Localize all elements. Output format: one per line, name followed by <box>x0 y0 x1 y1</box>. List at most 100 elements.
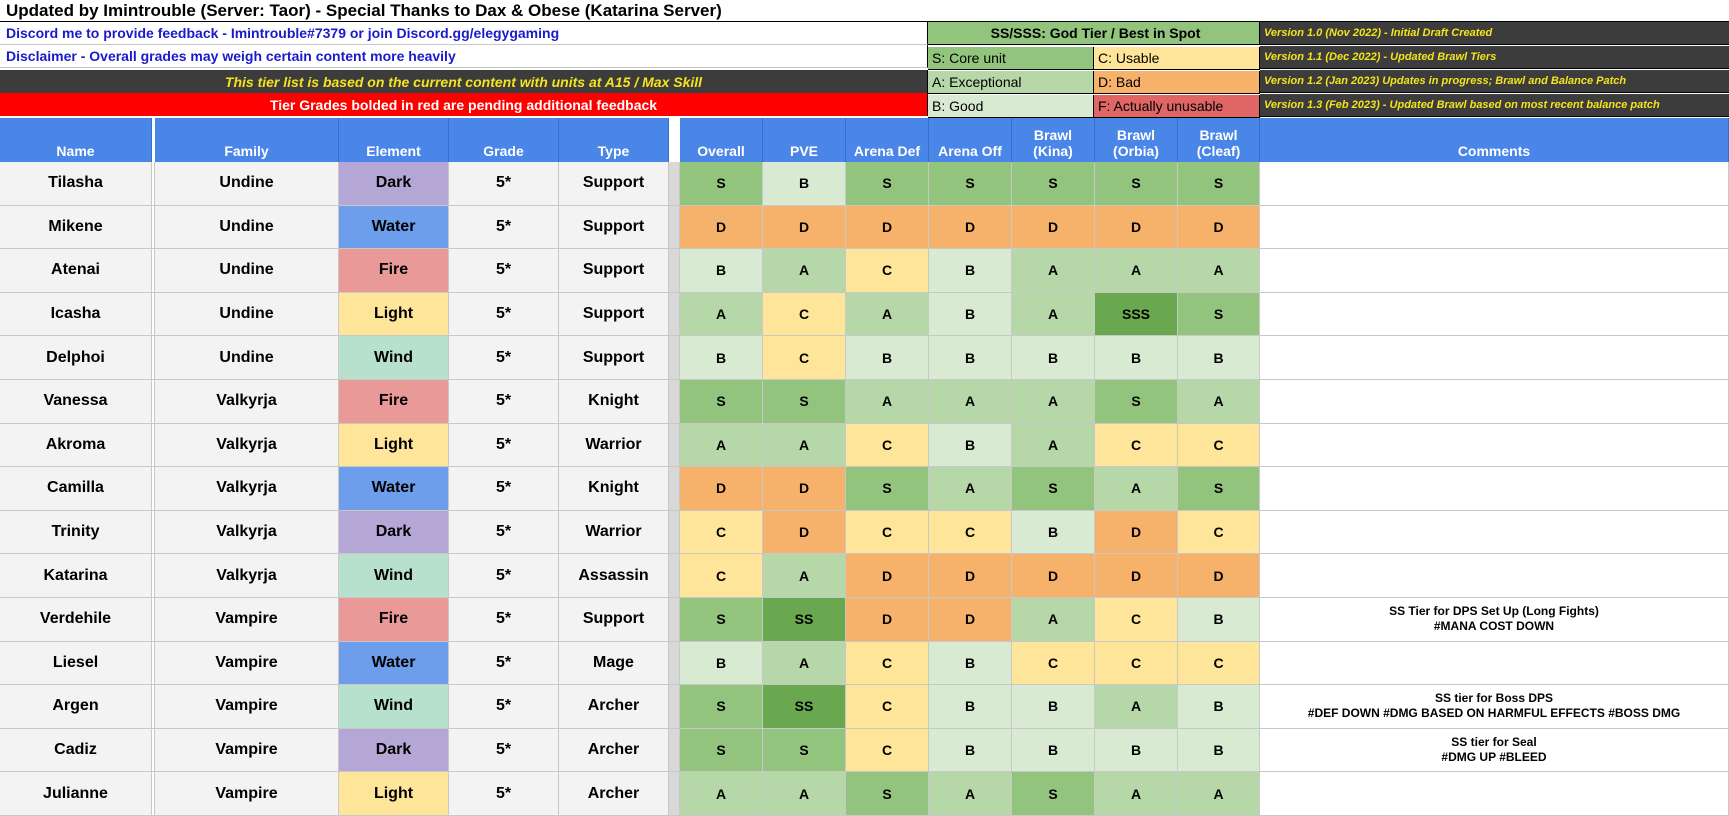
col-header-comments[interactable]: Comments <box>1260 118 1729 162</box>
tier-arena-off[interactable]: B <box>929 336 1012 380</box>
unit-comment[interactable] <box>1260 772 1729 816</box>
tier-arena-def[interactable]: S <box>846 467 929 511</box>
tier-brawl-cleaf[interactable]: S <box>1178 292 1260 337</box>
tier-brawl-cleaf[interactable]: B <box>1178 598 1260 642</box>
tier-brawl-orbia[interactable]: S <box>1095 380 1178 424</box>
unit-type[interactable]: Support <box>559 336 669 380</box>
unit-comment[interactable] <box>1260 510 1729 555</box>
tier-brawl-kina[interactable]: B <box>1012 336 1095 380</box>
unit-name[interactable]: Atenai <box>0 249 152 293</box>
tier-brawl-orbia[interactable]: A <box>1095 772 1178 816</box>
unit-element[interactable]: Fire <box>339 249 449 293</box>
unit-grade[interactable]: 5* <box>449 249 559 293</box>
tier-brawl-kina[interactable]: C <box>1012 641 1095 686</box>
unit-element[interactable]: Dark <box>339 162 449 206</box>
unit-element[interactable]: Fire <box>339 380 449 424</box>
col-header-pve[interactable]: PVE <box>763 118 846 162</box>
tier-pve[interactable]: A <box>763 772 846 816</box>
tier-pve[interactable]: D <box>763 467 846 511</box>
tier-overall[interactable]: A <box>680 423 763 468</box>
col-header-type[interactable]: Type <box>559 118 669 162</box>
tier-brawl-cleaf[interactable]: A <box>1178 772 1260 816</box>
tier-brawl-cleaf[interactable]: A <box>1178 380 1260 424</box>
col-header-name[interactable]: Name <box>0 118 152 162</box>
unit-element[interactable]: Wind <box>339 336 449 380</box>
unit-name[interactable]: Icasha <box>0 292 152 337</box>
tier-arena-off[interactable]: S <box>929 162 1012 206</box>
unit-comment[interactable]: SS tier for Boss DPS #DEF DOWN #DMG BASE… <box>1260 685 1729 729</box>
tier-brawl-cleaf[interactable]: B <box>1178 728 1260 773</box>
tier-arena-def[interactable]: S <box>846 162 929 206</box>
unit-grade[interactable]: 5* <box>449 205 559 250</box>
tier-pve[interactable]: C <box>763 292 846 337</box>
col-header-grade[interactable]: Grade <box>449 118 559 162</box>
unit-grade[interactable]: 5* <box>449 685 559 729</box>
tier-pve[interactable]: S <box>763 728 846 773</box>
unit-comment[interactable] <box>1260 336 1729 380</box>
unit-grade[interactable]: 5* <box>449 641 559 686</box>
col-header-overall[interactable]: Overall <box>680 118 763 162</box>
unit-family[interactable]: Vampire <box>155 728 339 773</box>
unit-grade[interactable]: 5* <box>449 336 559 380</box>
tier-pve[interactable]: D <box>763 205 846 250</box>
tier-brawl-cleaf[interactable]: C <box>1178 641 1260 686</box>
tier-overall[interactable]: S <box>680 598 763 642</box>
unit-type[interactable]: Knight <box>559 380 669 424</box>
tier-overall[interactable]: A <box>680 772 763 816</box>
tier-overall[interactable]: S <box>680 728 763 773</box>
unit-element[interactable]: Light <box>339 423 449 468</box>
unit-comment[interactable] <box>1260 162 1729 206</box>
tier-brawl-kina[interactable]: A <box>1012 423 1095 468</box>
unit-name[interactable]: Tilasha <box>0 162 152 206</box>
tier-overall[interactable]: C <box>680 554 763 598</box>
unit-family[interactable]: Vampire <box>155 685 339 729</box>
unit-comment[interactable] <box>1260 467 1729 511</box>
unit-comment[interactable] <box>1260 380 1729 424</box>
tier-arena-def[interactable]: C <box>846 510 929 555</box>
tier-brawl-kina[interactable]: S <box>1012 467 1095 511</box>
unit-grade[interactable]: 5* <box>449 162 559 206</box>
tier-pve[interactable]: A <box>763 423 846 468</box>
tier-pve[interactable]: A <box>763 554 846 598</box>
unit-element[interactable]: Wind <box>339 685 449 729</box>
tier-arena-def[interactable]: D <box>846 554 929 598</box>
unit-family[interactable]: Valkyrja <box>155 423 339 468</box>
col-header-element[interactable]: Element <box>339 118 449 162</box>
unit-family[interactable]: Undine <box>155 162 339 206</box>
col-header-brawl-orbia[interactable]: Brawl (Orbia) <box>1095 118 1178 162</box>
tier-overall[interactable]: C <box>680 510 763 555</box>
unit-grade[interactable]: 5* <box>449 554 559 598</box>
unit-family[interactable]: Vampire <box>155 772 339 816</box>
unit-type[interactable]: Assassin <box>559 554 669 598</box>
unit-name[interactable]: Camilla <box>0 467 152 511</box>
unit-grade[interactable]: 5* <box>449 772 559 816</box>
unit-comment[interactable] <box>1260 249 1729 293</box>
tier-brawl-orbia[interactable]: B <box>1095 336 1178 380</box>
tier-brawl-kina[interactable]: A <box>1012 598 1095 642</box>
unit-grade[interactable]: 5* <box>449 467 559 511</box>
unit-name[interactable]: Vanessa <box>0 380 152 424</box>
tier-arena-off[interactable]: B <box>929 292 1012 337</box>
tier-brawl-cleaf[interactable]: A <box>1178 249 1260 293</box>
tier-arena-off[interactable]: D <box>929 598 1012 642</box>
unit-type[interactable]: Archer <box>559 772 669 816</box>
tier-brawl-kina[interactable]: B <box>1012 728 1095 773</box>
tier-overall[interactable]: D <box>680 467 763 511</box>
tier-overall[interactable]: S <box>680 380 763 424</box>
unit-type[interactable]: Mage <box>559 641 669 686</box>
tier-brawl-kina[interactable]: D <box>1012 205 1095 250</box>
unit-comment[interactable] <box>1260 641 1729 686</box>
col-header-arena-def[interactable]: Arena Def <box>846 118 929 162</box>
unit-element[interactable]: Fire <box>339 598 449 642</box>
tier-brawl-cleaf[interactable]: S <box>1178 162 1260 206</box>
unit-element[interactable]: Light <box>339 772 449 816</box>
tier-pve[interactable]: S <box>763 380 846 424</box>
unit-element[interactable]: Water <box>339 467 449 511</box>
tier-arena-off[interactable]: D <box>929 554 1012 598</box>
tier-brawl-cleaf[interactable]: B <box>1178 336 1260 380</box>
tier-arena-def[interactable]: B <box>846 336 929 380</box>
unit-family[interactable]: Undine <box>155 205 339 250</box>
tier-arena-off[interactable]: A <box>929 772 1012 816</box>
unit-type[interactable]: Support <box>559 292 669 337</box>
tier-arena-def[interactable]: C <box>846 728 929 773</box>
